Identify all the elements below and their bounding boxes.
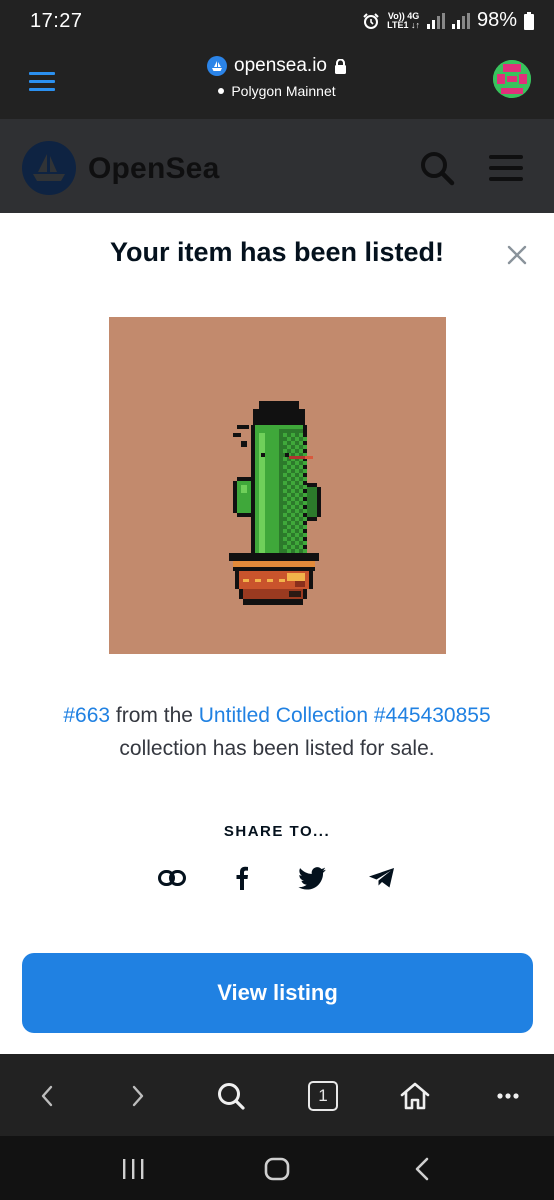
site-header: OpenSea — [0, 119, 554, 213]
twitter-icon[interactable] — [297, 863, 327, 893]
more-options-icon[interactable] — [488, 1076, 528, 1116]
signal-icon-2 — [451, 12, 470, 29]
facebook-icon[interactable] — [227, 863, 257, 893]
signal-icon — [426, 12, 445, 29]
url-display[interactable]: opensea.io Polygon Mainnet — [0, 55, 554, 99]
item-link[interactable]: #663 — [63, 704, 110, 727]
home-nav-icon[interactable] — [262, 1154, 292, 1184]
collection-link[interactable]: Untitled Collection #445430855 — [199, 704, 491, 727]
listing-success-modal: Your item has been listed! #663 from the… — [0, 213, 554, 1054]
brand-name[interactable]: OpenSea — [88, 152, 219, 186]
tab-count: 1 — [308, 1081, 338, 1111]
share-label: SHARE TO... — [223, 823, 331, 840]
home-icon[interactable] — [395, 1076, 435, 1116]
view-listing-button[interactable]: View listing — [22, 953, 533, 1033]
recent-apps-icon[interactable] — [118, 1154, 148, 1184]
network-bottom-label: LTE1 ↓↑ — [387, 19, 420, 30]
status-bar: 17:27 Vo)) 4G LTE1 ↓↑ 98% — [0, 0, 554, 44]
tabs-button[interactable]: 1 — [303, 1076, 343, 1116]
telegram-icon[interactable] — [367, 863, 397, 893]
alarm-icon — [363, 12, 379, 29]
opensea-logo-icon[interactable] — [22, 141, 76, 195]
share-buttons — [0, 863, 554, 893]
from-text: from the — [110, 704, 199, 727]
status-icons: Vo)) 4G LTE1 ↓↑ 98% — [362, 9, 534, 32]
listing-status-text: collection has been listed for sale. — [119, 737, 435, 760]
browser-search-icon[interactable] — [211, 1076, 251, 1116]
back-nav-icon[interactable] — [407, 1154, 437, 1184]
battery-icon — [524, 11, 534, 30]
opensea-favicon-icon — [207, 56, 228, 76]
status-time: 17:27 — [30, 10, 83, 32]
wallet-avatar[interactable] — [493, 60, 531, 98]
close-icon[interactable] — [505, 243, 529, 267]
copy-link-icon[interactable] — [157, 863, 187, 893]
url-text: opensea.io — [234, 55, 327, 76]
back-icon[interactable] — [27, 1076, 67, 1116]
search-icon[interactable] — [418, 149, 458, 189]
lock-icon — [334, 58, 346, 74]
system-nav-bar — [0, 1136, 554, 1200]
listing-description: #663 from the Untitled Collection #44543… — [14, 699, 540, 765]
modal-title: Your item has been listed! — [109, 237, 445, 267]
battery-percent: 98% — [476, 9, 517, 31]
forward-icon[interactable] — [118, 1076, 158, 1116]
browser-toolbar: 1 — [0, 1054, 554, 1136]
network-dot-icon — [218, 88, 225, 94]
browser-url-bar: opensea.io Polygon Mainnet — [0, 44, 554, 119]
site-menu-icon[interactable] — [489, 155, 523, 181]
nft-image — [109, 317, 446, 654]
network-name: Polygon Mainnet — [231, 83, 336, 99]
network-type: Vo)) 4G LTE1 ↓↑ — [387, 11, 420, 30]
